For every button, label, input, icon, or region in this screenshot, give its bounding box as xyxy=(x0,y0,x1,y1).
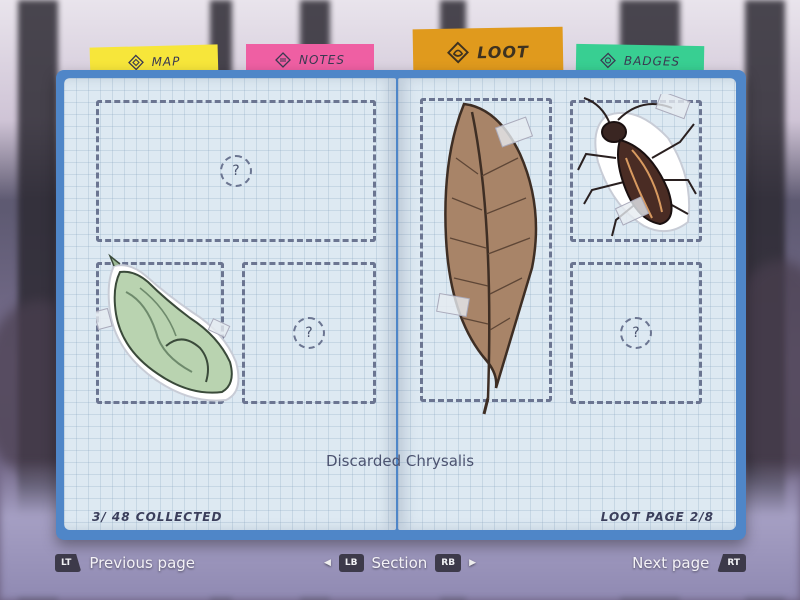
loot-icon xyxy=(447,41,470,64)
map-icon xyxy=(127,54,144,71)
collected-counter: 3/ 48 COLLECTED xyxy=(92,510,223,524)
arrow-right-icon: ▶ xyxy=(469,558,476,568)
tab-map-label: MAP xyxy=(151,54,181,70)
tab-notes-label: NOTES xyxy=(299,53,345,67)
section-label: Section xyxy=(371,554,428,572)
unknown-item-marker: ? xyxy=(293,317,325,349)
lb-button-icon: LB xyxy=(338,554,364,572)
unknown-item-marker: ? xyxy=(620,317,652,349)
previous-page-button[interactable]: LT Previous page xyxy=(55,550,195,576)
tab-badges-label: BADGES xyxy=(623,53,681,69)
page-indicator: LOOT PAGE 2/8 xyxy=(600,510,714,524)
feather-icon[interactable] xyxy=(436,98,546,416)
loot-slot-empty[interactable]: ? xyxy=(570,262,702,404)
arrow-left-icon: ◀ xyxy=(324,558,331,568)
previous-page-label: Previous page xyxy=(89,554,196,572)
section-switcher[interactable]: ◀ LB Section RB ▶ xyxy=(324,550,476,576)
loot-slot-empty[interactable]: ? xyxy=(96,100,376,242)
unknown-item-marker: ? xyxy=(220,155,252,187)
chrysalis-icon[interactable] xyxy=(96,252,246,410)
selected-item-name: Discarded Chrysalis xyxy=(325,452,475,470)
badge-icon xyxy=(599,52,616,69)
next-page-button[interactable]: Next page RT xyxy=(632,550,746,576)
rb-button-icon: RB xyxy=(435,554,462,572)
rt-button-icon: RT xyxy=(717,554,746,572)
lt-button-icon: LT xyxy=(55,554,82,572)
loot-slot-empty[interactable]: ? xyxy=(242,262,376,404)
notes-icon xyxy=(275,52,291,68)
tab-loot-label: LOOT xyxy=(476,41,530,62)
next-page-label: Next page xyxy=(632,554,710,572)
beetle-icon[interactable] xyxy=(572,94,698,244)
